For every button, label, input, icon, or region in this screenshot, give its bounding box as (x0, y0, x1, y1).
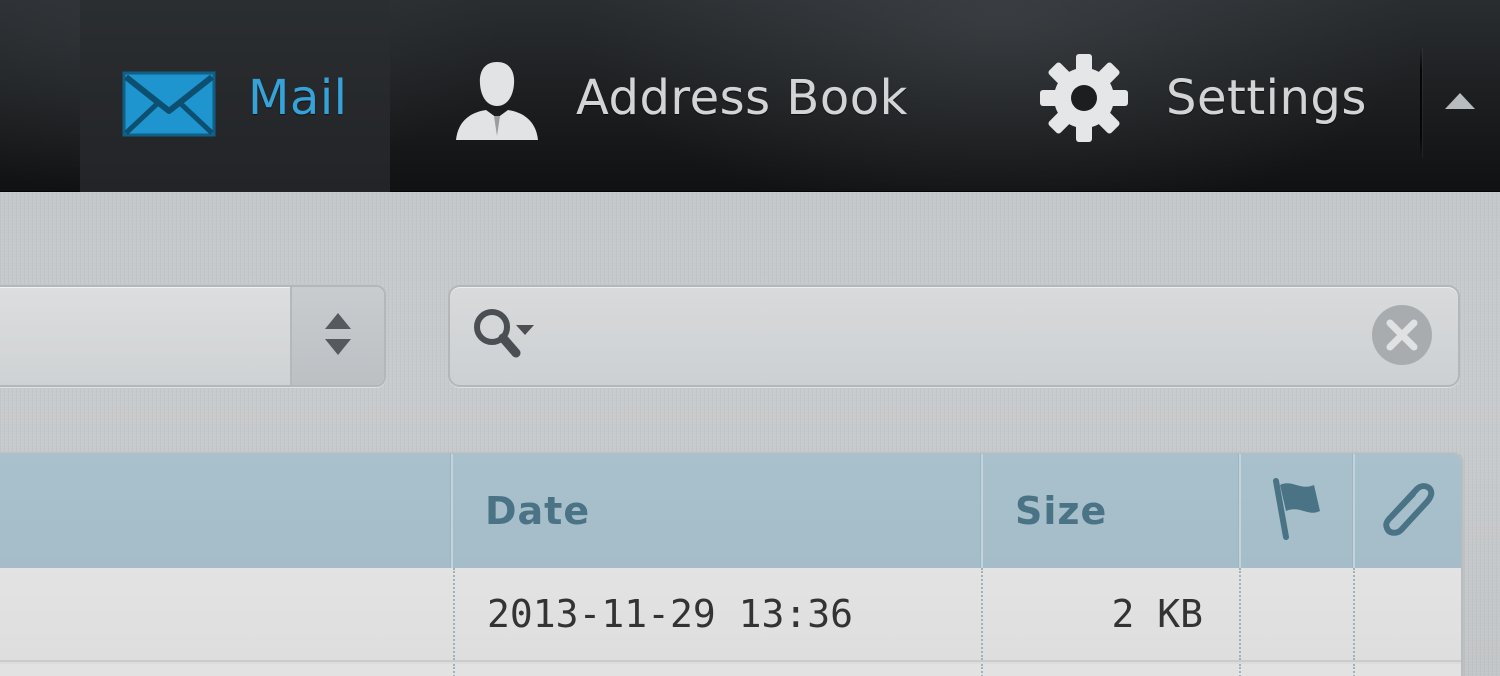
top-navigation-bar: Mail Address Book Settings (0, 0, 1500, 192)
cell-divider (1239, 568, 1241, 660)
cell-divider (1239, 664, 1241, 676)
column-header-attachment[interactable] (1355, 454, 1461, 568)
column-header-size-label: Size (1015, 489, 1108, 533)
message-list: Date Size 2013-11-29 13:36 2 KB (0, 453, 1462, 676)
folder-select[interactable] (0, 285, 386, 387)
column-header-subject[interactable] (0, 454, 451, 568)
nav-settings-label: Settings (1166, 70, 1367, 126)
gear-icon (1036, 50, 1132, 150)
folder-select-stepper[interactable] (290, 287, 384, 385)
column-header-flag[interactable] (1241, 454, 1353, 568)
cell-divider (453, 664, 455, 676)
nav-address-book-button[interactable]: Address Book (430, 0, 970, 192)
nav-mail-label: Mail (248, 70, 348, 126)
column-header-date-label: Date (485, 489, 591, 533)
search-input[interactable] (580, 309, 1360, 365)
cell-divider (981, 664, 983, 676)
triangle-up-icon (1443, 91, 1477, 115)
cell-divider (453, 568, 455, 660)
person-icon (452, 58, 542, 146)
search-box (448, 285, 1460, 387)
column-header-size[interactable]: Size (983, 454, 1239, 568)
search-reset-button[interactable] (1370, 305, 1434, 369)
updown-arrows-icon (323, 311, 353, 361)
column-header-date[interactable]: Date (453, 454, 981, 568)
message-row[interactable]: 2013-11-29 13:36 2 KB (0, 568, 1461, 662)
message-size: 2 KB (1111, 592, 1203, 636)
cell-divider (1353, 664, 1355, 676)
flag-icon (1270, 477, 1324, 545)
nav-address-book-label: Address Book (576, 70, 908, 126)
close-circle-icon (1370, 303, 1434, 371)
nav-mail-button[interactable]: Mail (80, 0, 390, 192)
search-options-button[interactable] (472, 309, 572, 365)
envelope-icon (122, 71, 216, 141)
paperclip-icon (1379, 477, 1439, 545)
nav-divider (1420, 48, 1422, 158)
cell-divider (1353, 568, 1355, 660)
message-row[interactable] (0, 664, 1461, 676)
message-list-header: Date Size (0, 454, 1461, 568)
magnifier-icon (472, 307, 536, 369)
collapse-header-button[interactable] (1438, 86, 1482, 120)
message-date: 2013-11-29 13:36 (487, 592, 854, 636)
nav-settings-button[interactable]: Settings (1020, 0, 1400, 192)
